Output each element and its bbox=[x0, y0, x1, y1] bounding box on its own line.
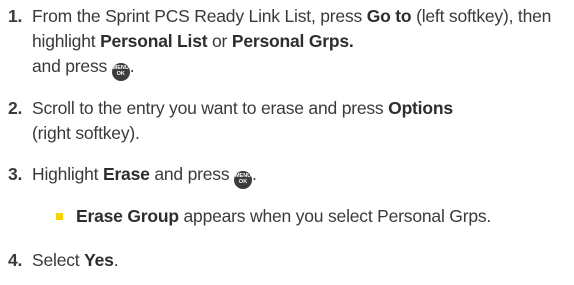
text-run: appears when you select Personal Grps. bbox=[178, 206, 492, 226]
key-label-personal-grps: Personal Grps. bbox=[231, 31, 354, 51]
text-run: Highlight bbox=[32, 164, 103, 184]
step-text: Scroll to the entry you want to erase an… bbox=[32, 96, 562, 146]
step-text: Select Yes. bbox=[32, 248, 562, 273]
key-label-personal-list: Personal List bbox=[100, 31, 208, 51]
menu-ok-key-icon: MENU OK bbox=[234, 170, 253, 189]
key-label-go-to: Go to bbox=[366, 6, 412, 26]
menu-ok-key-icon: MENU OK bbox=[111, 62, 130, 81]
text-run: . bbox=[252, 164, 257, 184]
key-label-erase: Erase bbox=[102, 164, 150, 184]
bullet-text: Erase Group appears when you select Pers… bbox=[76, 204, 566, 229]
text-run: (right softkey). bbox=[32, 123, 140, 143]
key-label-yes: Yes bbox=[84, 250, 114, 270]
step-text: Highlight Erase and press MENU OK. bbox=[32, 162, 562, 189]
step-number: 2. bbox=[8, 98, 23, 118]
step-text: From the Sprint PCS Ready Link List, pre… bbox=[32, 4, 562, 81]
key-label-erase-group: Erase Group bbox=[76, 206, 179, 226]
text-run: Scroll to the entry you want to erase an… bbox=[32, 98, 389, 118]
text-run: . bbox=[129, 56, 135, 76]
text-run: . bbox=[113, 250, 119, 270]
text-run: and press bbox=[149, 164, 235, 184]
step-number: 3. bbox=[8, 164, 23, 184]
text-run: or bbox=[207, 31, 232, 51]
text-run: and press bbox=[32, 56, 112, 76]
instruction-document: 1. From the Sprint PCS Ready Link List, … bbox=[0, 0, 574, 285]
bullet-square-icon bbox=[56, 213, 63, 220]
step-number: 1. bbox=[8, 6, 23, 26]
text-run: From the Sprint PCS Ready Link List, pre… bbox=[32, 6, 367, 26]
key-label-options: Options bbox=[388, 98, 453, 118]
text-run: Select bbox=[32, 250, 85, 270]
step-number: 4. bbox=[8, 250, 23, 270]
